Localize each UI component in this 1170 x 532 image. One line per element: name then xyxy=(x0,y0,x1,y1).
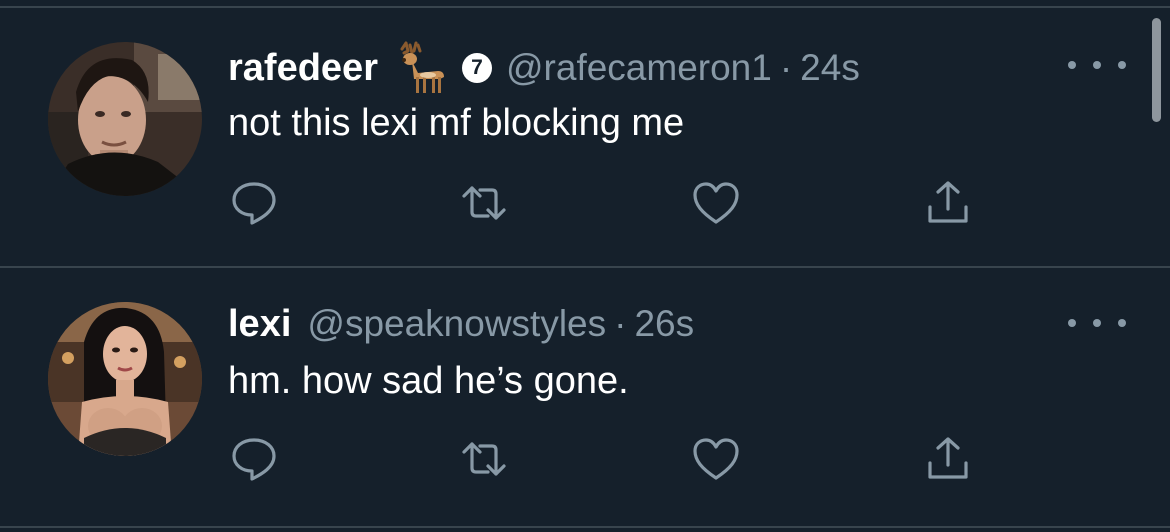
tweet-divider xyxy=(0,526,1170,528)
number-badge: 7 xyxy=(461,53,492,83)
retweet-icon[interactable] xyxy=(458,178,510,228)
tweet-text: not this lexi mf blocking me xyxy=(228,102,685,144)
display-name[interactable]: lexi xyxy=(228,303,291,346)
more-horizontal-icon[interactable] xyxy=(1068,50,1126,80)
tweet-actions xyxy=(228,434,988,484)
tweet[interactable]: lexi @speaknowstyles · 26s hm. how sad h… xyxy=(0,268,1170,526)
tweet-actions xyxy=(228,178,988,228)
tweet-header: rafedeer 7 @rafecameron1 · 24s xyxy=(228,41,860,95)
reply-icon[interactable] xyxy=(228,434,280,484)
share-icon[interactable] xyxy=(922,178,974,228)
deer-emoji xyxy=(392,41,448,95)
separator-dot: · xyxy=(779,47,793,88)
avatar[interactable] xyxy=(48,302,202,456)
separator-dot: · xyxy=(614,303,627,344)
retweet-icon[interactable] xyxy=(458,434,510,484)
more-horizontal-icon[interactable] xyxy=(1068,308,1126,338)
tweet-header: lexi @speaknowstyles · 26s xyxy=(228,298,694,350)
timeline: rafedeer 7 @rafecameron1 · 24s not this … xyxy=(0,0,1170,532)
tweet-text: hm. how sad he’s gone. xyxy=(228,360,629,402)
user-handle[interactable]: @speaknowstyles xyxy=(307,303,606,345)
timestamp[interactable]: 24s xyxy=(800,47,860,89)
scrollbar[interactable] xyxy=(1152,18,1161,122)
reply-icon[interactable] xyxy=(228,178,280,228)
like-icon[interactable] xyxy=(690,178,742,228)
tweet[interactable]: rafedeer 7 @rafecameron1 · 24s not this … xyxy=(0,8,1170,266)
like-icon[interactable] xyxy=(690,434,742,484)
timestamp[interactable]: 26s xyxy=(634,303,694,345)
avatar[interactable] xyxy=(48,42,202,196)
share-icon[interactable] xyxy=(922,434,974,484)
user-handle[interactable]: @rafecameron1 xyxy=(506,47,772,89)
display-name[interactable]: rafedeer xyxy=(228,47,378,90)
